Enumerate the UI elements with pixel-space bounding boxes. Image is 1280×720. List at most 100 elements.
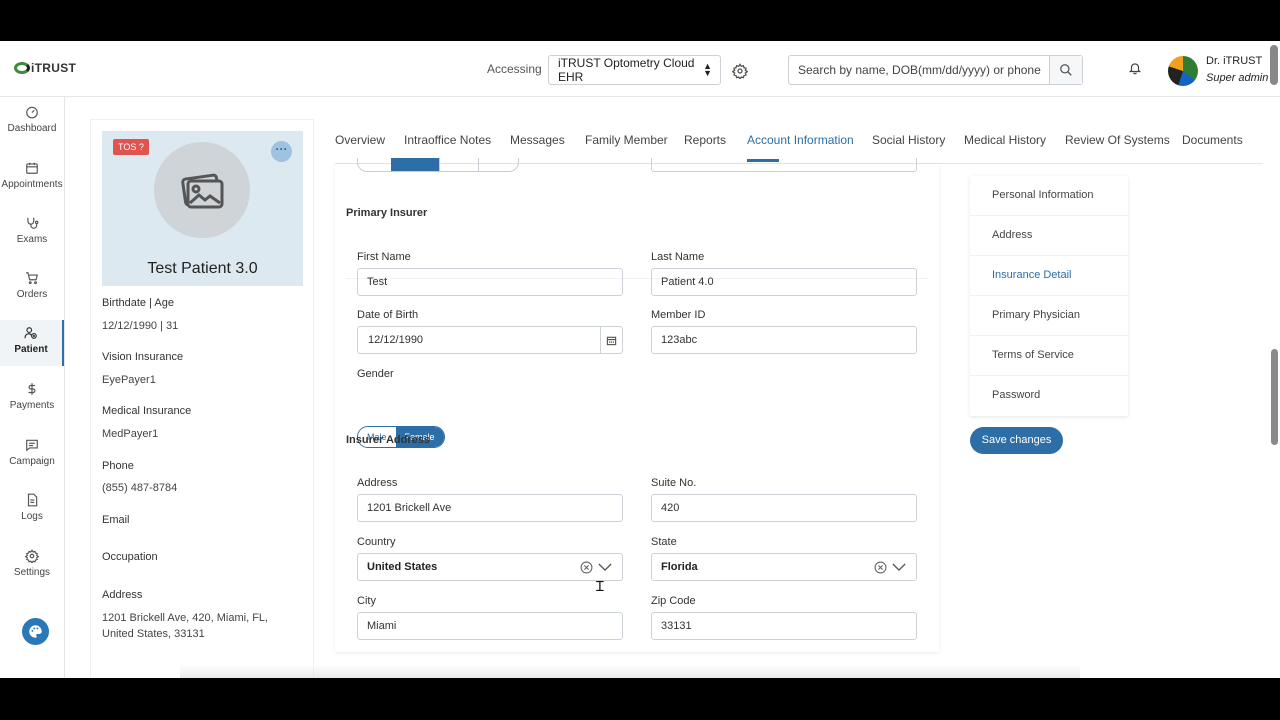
search-icon xyxy=(1060,64,1072,76)
nav-label: Logs xyxy=(21,511,43,522)
dob-input[interactable]: 12/12/1990 xyxy=(357,326,623,354)
nav-settings[interactable]: Settings xyxy=(0,543,64,593)
address-field-label: Address xyxy=(357,477,398,489)
tab-social-history[interactable]: Social History xyxy=(872,133,945,147)
nav-payments[interactable]: Payments xyxy=(0,376,64,426)
country-value: United States xyxy=(367,561,438,573)
stethoscope-icon xyxy=(27,217,39,229)
bell-icon[interactable] xyxy=(1128,60,1142,76)
country-label: Country xyxy=(357,536,396,548)
zip-input[interactable]: 33131 xyxy=(651,612,917,640)
patient-search xyxy=(788,55,1083,85)
header-scrollbar[interactable] xyxy=(1270,45,1278,85)
nav-dashboard[interactable]: Dashboard xyxy=(0,99,64,149)
city-input[interactable]: Miami xyxy=(357,612,623,640)
menu-insurance-detail[interactable]: Insurance Detail xyxy=(970,256,1128,296)
dashboard-icon xyxy=(26,106,38,119)
nav-label: Campaign xyxy=(9,456,55,467)
text-cursor-icon: Ɪ xyxy=(596,579,604,595)
country-select[interactable]: United States xyxy=(357,553,623,581)
logo-eye-icon xyxy=(14,62,30,74)
address-value: 1201 Brickell Ave, 420, Miami, FL, Unite… xyxy=(102,612,269,640)
calendar-icon xyxy=(606,336,617,345)
calendar-icon xyxy=(26,162,38,174)
state-select[interactable]: Florida xyxy=(651,553,917,581)
left-nav: Dashboard Appointments Exams Orders Pati… xyxy=(0,97,65,678)
segmented-control-partial[interactable] xyxy=(357,158,519,172)
user-role: Super admin xyxy=(1206,72,1269,84)
page-scrollbar[interactable] xyxy=(1271,349,1278,445)
dob-label: Date of Birth xyxy=(357,309,419,321)
menu-terms-of-service[interactable]: Terms of Service xyxy=(970,336,1128,376)
menu-personal-information[interactable]: Personal Information xyxy=(970,176,1128,216)
logo-text: iTRUST xyxy=(31,61,77,75)
tab-documents[interactable]: Documents xyxy=(1182,133,1243,147)
nav-label: Settings xyxy=(13,567,51,578)
user-avatar[interactable] xyxy=(1168,56,1198,86)
save-changes-button[interactable]: Save changes xyxy=(970,427,1063,454)
chevron-down-icon[interactable] xyxy=(892,563,906,572)
vision-insurance-value: EyePayer1 xyxy=(102,374,156,386)
vision-insurance-label: Vision Insurance xyxy=(102,351,184,363)
nav-label: Appointments xyxy=(1,179,63,190)
city-label: City xyxy=(357,595,376,607)
app-screen: iTRUST Accessing iTRUST Optometry Cloud … xyxy=(0,41,1280,678)
nav-label: Orders xyxy=(16,289,48,300)
tab-family-member[interactable]: Family Member xyxy=(585,133,668,147)
member-id-input[interactable]: 123abc xyxy=(651,326,917,354)
tos-badge[interactable]: TOS ? xyxy=(113,139,149,155)
patient-card-header: TOS ? ··· Test Patient 3.0 xyxy=(102,131,303,286)
clear-icon[interactable] xyxy=(874,561,887,574)
ehr-select[interactable]: iTRUST Optometry Cloud EHR ▲ ▼ xyxy=(548,55,721,85)
calendar-button[interactable] xyxy=(600,327,622,353)
nav-exams[interactable]: Exams xyxy=(0,210,64,260)
tab-review-of-systems[interactable]: Review Of Systems xyxy=(1065,133,1170,147)
gender-label: Gender xyxy=(357,368,394,380)
tab-account-information[interactable]: Account Information xyxy=(747,133,854,147)
image-placeholder-icon xyxy=(181,173,224,209)
first-name-input[interactable]: Test xyxy=(357,268,623,296)
last-name-input[interactable]: Patient 4.0 xyxy=(651,268,917,296)
more-options-button[interactable]: ··· xyxy=(271,141,292,162)
itrust-logo[interactable]: iTRUST xyxy=(14,61,76,75)
sort-caret-icon: ▲ ▼ xyxy=(703,61,712,78)
tab-overview[interactable]: Overview xyxy=(335,133,385,147)
tab-medical-history[interactable]: Medical History xyxy=(964,133,1046,147)
dollar-icon xyxy=(28,383,36,395)
bottom-shadow xyxy=(180,665,1080,678)
nav-patient[interactable]: Patient xyxy=(0,320,64,366)
menu-address[interactable]: Address xyxy=(970,216,1128,256)
insurance-form-panel: Primary Insurer First Name Test Last Nam… xyxy=(335,158,939,652)
patient-icon xyxy=(24,327,37,339)
occupation-label: Occupation xyxy=(102,551,158,563)
tab-reports[interactable]: Reports xyxy=(684,133,726,147)
last-name-label: Last Name xyxy=(651,251,705,263)
phone-value: (855) 487-8784 xyxy=(102,482,178,494)
birthdate-label: Birthdate | Age xyxy=(102,297,174,309)
patient-photo[interactable] xyxy=(154,142,250,238)
search-input[interactable] xyxy=(789,56,1049,84)
address-input[interactable]: 1201 Brickell Ave xyxy=(357,494,623,522)
cart-icon xyxy=(26,272,38,285)
chevron-down-icon[interactable] xyxy=(598,563,612,572)
tab-intraoffice-notes[interactable]: Intraoffice Notes xyxy=(404,133,491,147)
menu-primary-physician[interactable]: Primary Physician xyxy=(970,296,1128,336)
search-button[interactable] xyxy=(1049,56,1082,84)
top-header: iTRUST Accessing iTRUST Optometry Cloud … xyxy=(0,41,1280,97)
nav-campaign[interactable]: Campaign xyxy=(0,432,64,482)
gear-icon[interactable] xyxy=(732,63,748,79)
dob-value: 12/12/1990 xyxy=(368,334,424,346)
input-partial[interactable] xyxy=(651,158,917,172)
account-settings-menu: Personal Information Address Insurance D… xyxy=(970,176,1128,416)
suite-input[interactable]: 420 xyxy=(651,494,917,522)
nav-appointments[interactable]: Appointments xyxy=(0,155,64,205)
birthdate-value: 12/12/1990 | 31 xyxy=(102,320,179,332)
nav-orders[interactable]: Orders xyxy=(0,265,64,315)
menu-password[interactable]: Password xyxy=(970,376,1128,416)
theme-palette-button[interactable] xyxy=(22,618,49,645)
ehr-select-value: iTRUST Optometry Cloud EHR xyxy=(558,56,695,84)
nav-logs[interactable]: Logs xyxy=(0,487,64,537)
phone-label: Phone xyxy=(102,460,134,472)
clear-icon[interactable] xyxy=(580,561,593,574)
tab-messages[interactable]: Messages xyxy=(510,133,565,147)
